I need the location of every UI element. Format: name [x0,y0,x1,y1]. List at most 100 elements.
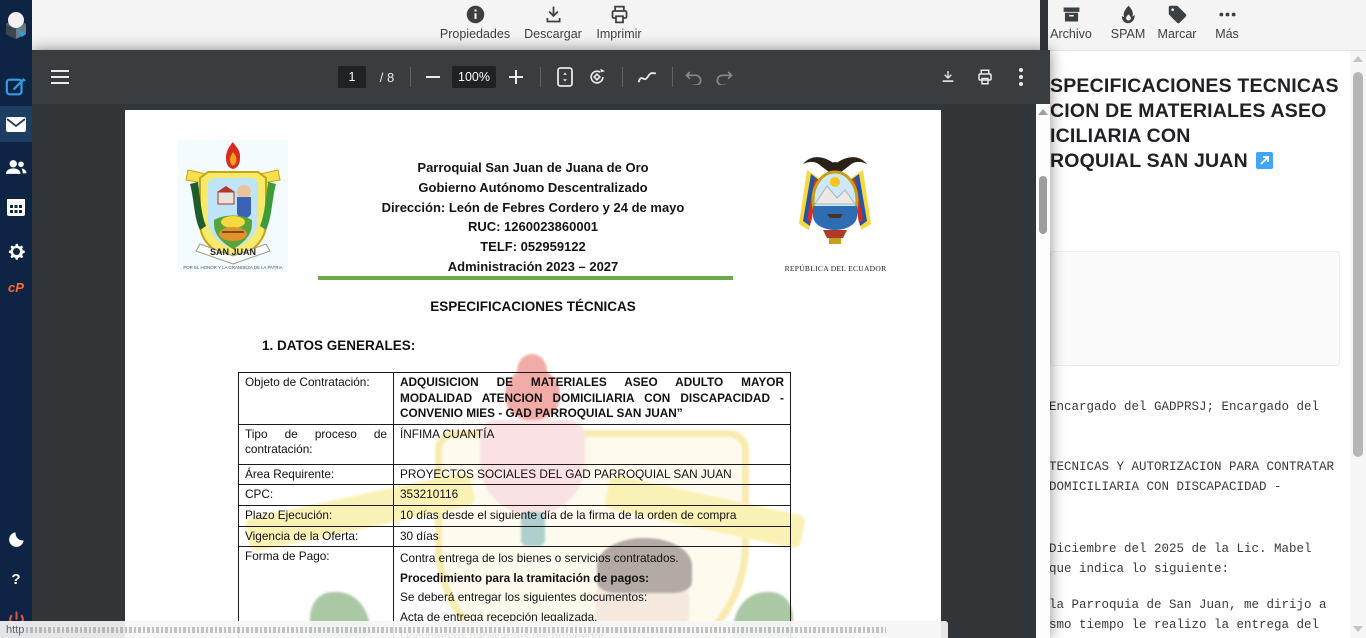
sidebar-item-mail[interactable] [0,106,32,142]
toolbar-separator [410,67,411,87]
rotate-button[interactable] [583,50,611,104]
org-ruc: RUC: 1260023860001 [333,217,733,237]
help-button[interactable]: ? [0,560,32,598]
row-label: Tipo de proceso de contratación: [239,424,394,464]
zoom-level-input[interactable]: 100% [452,50,496,104]
email-body-line: DOMICILIARIA CON DISCAPACIDAD - [1049,480,1282,494]
table-row: Tipo de proceso de contratación: ÍNFIMA … [239,424,791,464]
scroll-up-arrow-icon[interactable] [1353,56,1363,62]
ecuador-coat-of-arms [793,148,877,260]
pdf-download-button[interactable] [934,50,962,104]
gear-icon [6,241,27,262]
email-subject-line: SPECIFICACIONES TECNICAS [1050,75,1339,98]
zoom-in-button[interactable] [503,50,529,104]
preview-toolbar: Propiedades Descargar Imprimir Archivo S… [32,0,1366,51]
print-icon [609,4,630,25]
pdf-toolbar: 1 / 8 100% [32,50,1050,104]
zoom-level-value[interactable]: 100% [452,66,496,88]
row-label: Plazo Ejecución: [239,505,394,526]
email-subject-line: ROQUIAL SAN JUAN [1050,150,1273,173]
pdf-scrollbar[interactable] [1036,104,1050,638]
zoom-out-button[interactable] [420,50,446,104]
seal-caption: REPÚBLICA DEL ECUADOR [773,264,898,273]
email-subject-text: ROQUIAL SAN JUAN [1050,150,1248,172]
row-label: Objeto de Contratación: [239,373,394,425]
table-row: CPC: 353210116 [239,485,791,506]
attachment-card[interactable] [1050,251,1340,366]
sidebar-item-calendar[interactable] [0,188,32,226]
redo-button [710,50,738,104]
pdf-print-button[interactable] [971,50,999,104]
payment-line: Contra entrega de los bienes o servicios… [400,549,784,569]
toolbar-separator [622,67,623,87]
page-count-label: / 8 [372,50,402,104]
more-label: Más [1215,27,1239,41]
print-button[interactable]: Imprimir [576,4,662,41]
cpanel-icon[interactable]: cP [0,268,32,306]
scroll-up-arrow-icon[interactable] [1038,109,1048,115]
row-value: 353210116 [394,485,791,506]
email-body-line: smo tiempo le realizo la entrega del [1049,618,1319,632]
webmail-logo-icon[interactable] [0,4,32,46]
crest-ribbon-text: SAN JUAN [210,247,256,257]
table-row: Plazo Ejecución: 10 días desde el siguie… [239,505,791,526]
print-label: Imprimir [596,27,641,41]
info-icon [465,4,486,25]
status-url-text: http [6,624,24,636]
row-value: 10 días desde el siguiente día de la fir… [394,505,791,526]
undo-button [680,50,708,104]
mail-icon [6,117,26,132]
table-row: Área Requirente: PROYECTOS SOCIALES DEL … [239,464,791,485]
email-body-line: la Parroquia de San Juan, me dirijo a [1049,598,1327,612]
page-number-input[interactable]: 1 [338,50,366,104]
toolbar-separator [540,67,541,87]
row-value: PROYECTOS SOCIALES DEL GAD PARROQUIAL SA… [394,464,791,485]
svg-text:POR EL HONOR Y LA GRANDEZA DE: POR EL HONOR Y LA GRANDEZA DE LA PATRIA [183,265,282,270]
archive-box-icon [1061,4,1082,25]
sidebar-item-settings[interactable] [0,232,32,270]
email-subject-line: CION DE MATERIALES ASEO [1050,100,1327,123]
payment-line: Se deberá entregar los siguientes docume… [400,588,784,608]
datos-generales-table: Objeto de Contratación: ADQUISICION DE M… [238,372,791,638]
email-scrollbar-thumb[interactable] [1353,72,1363,457]
row-value: 30 días [394,526,791,547]
page-number-value[interactable]: 1 [338,66,366,88]
annotate-pen-button[interactable] [633,50,661,104]
pdf-page: SAN JUAN POR EL HONOR Y LA GRANDEZA DE L… [125,110,941,638]
fit-page-button[interactable] [551,50,579,104]
dark-mode-toggle[interactable] [0,520,32,558]
row-label: Vigencia de la Oferta: [239,526,394,547]
app-sidebar: cP ? [0,0,32,638]
properties-label: Propiedades [440,27,510,41]
properties-button[interactable]: Propiedades [432,4,518,41]
panel-divider [1040,0,1048,50]
scroll-down-arrow-icon[interactable] [1353,626,1363,632]
pdf-preview-overlay: 1 / 8 100% [32,50,1050,638]
more-dots-icon [1217,4,1238,25]
status-url-bar: http [0,621,948,638]
pdf-scrollbar-thumb[interactable] [1039,176,1047,234]
org-phone: TELF: 052959122 [333,237,733,257]
email-body-line: TECNICAS Y AUTORIZACION PARA CONTRATAR [1049,460,1334,474]
pdf-more-menu-button[interactable] [1009,50,1033,104]
download-icon [543,4,564,25]
status-url-blur [26,627,886,633]
row-label: Área Requirente: [239,464,394,485]
org-administration: Administración 2023 – 2027 [333,257,733,277]
compose-button[interactable] [0,68,32,106]
email-scrollbar[interactable] [1350,50,1366,638]
email-body-line: Encargado del GADPRSJ; Encargado del [1049,400,1319,414]
row-value: ÍNFIMA CUANTÍA [394,424,791,464]
org-type: Gobierno Autónomo Descentralizado [333,178,733,198]
table-row: Vigencia de la Oferta: 30 días [239,526,791,547]
table-row: Objeto de Contratación: ADQUISICION DE M… [239,373,791,425]
sidebar-item-contacts[interactable] [0,148,32,186]
org-address: Dirección: León de Febres Cordero y 24 d… [333,198,733,218]
more-button[interactable]: Más [1184,4,1270,41]
document-title: ESPECIFICACIONES TÉCNICAS [125,299,941,314]
san-juan-crest: SAN JUAN POR EL HONOR Y LA GRANDEZA DE L… [178,140,288,272]
email-reading-pane: SPECIFICACIONES TECNICAS CION DE MATERIA… [1046,50,1366,638]
external-link-icon[interactable] [1256,152,1273,169]
menu-hamburger-icon[interactable] [46,50,74,104]
header-divider [318,276,733,280]
